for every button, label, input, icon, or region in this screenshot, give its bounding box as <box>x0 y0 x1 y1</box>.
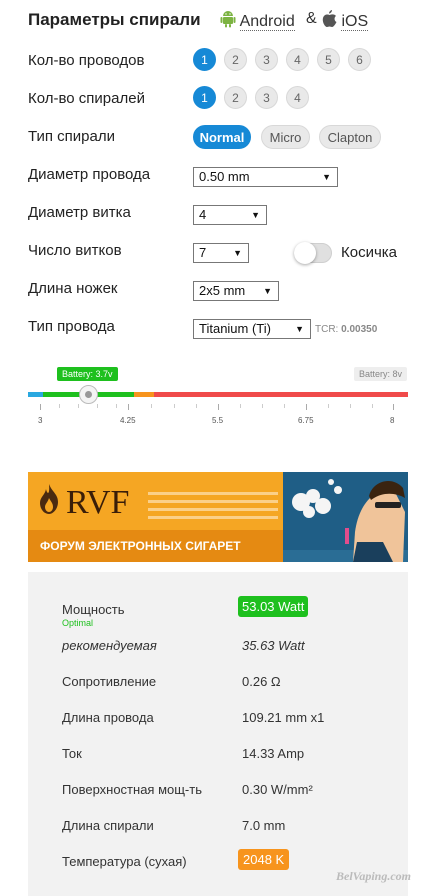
wires-option-1[interactable]: 1 <box>193 48 216 71</box>
coil-type-micro[interactable]: Micro <box>261 125 310 149</box>
recommended-value: 35.63 Watt <box>242 638 305 653</box>
surface-power-value: 0.30 W/mm² <box>242 782 313 797</box>
tick-label: 4.25 <box>120 416 136 425</box>
banner-illustration <box>283 472 408 562</box>
wire-length-label: Длина провода <box>62 710 154 725</box>
dropdown-arrow-icon: ▼ <box>322 172 331 182</box>
tick-label: 6.75 <box>298 416 314 425</box>
dropdown-arrow-icon: ▼ <box>295 324 304 334</box>
coil-length-label: Длина спирали <box>62 818 154 833</box>
android-icon <box>220 10 236 33</box>
coil-type-label: Тип спирали <box>28 128 115 145</box>
wire-diameter-value: 0.50 mm <box>199 169 250 184</box>
surface-power-label: Поверхностная мощ-ть <box>62 782 202 797</box>
braid-label: Косичка <box>341 244 398 261</box>
recommended-label: рекомендуемая <box>62 638 157 653</box>
battery-current-badge: Battery: 3.7v <box>57 367 118 381</box>
coil-length-value: 7.0 mm <box>242 818 286 833</box>
tcr-label: TCR: <box>315 324 339 335</box>
banner-caption: ФОРУМ ЭЛЕКТРОННЫХ СИГАРЕТ <box>40 539 241 553</box>
amp-text: & <box>306 10 317 27</box>
wire-length-value: 109.21 mm x1 <box>242 710 325 725</box>
resistance-value: 0.26 Ω <box>242 674 281 689</box>
temperature-label: Температура (сухая) <box>62 854 187 869</box>
coil-type-normal[interactable]: Normal <box>193 125 251 149</box>
resistance-label: Сопротивление <box>62 674 157 689</box>
temperature-value-badge: 2048 K <box>238 849 290 870</box>
coil-type-clapton[interactable]: Clapton <box>319 125 381 149</box>
power-label: Мощность <box>62 602 125 617</box>
legs-select[interactable]: 2x5 mm ▼ <box>193 281 279 301</box>
wires-option-2[interactable]: 2 <box>224 48 247 71</box>
wires-option-4[interactable]: 4 <box>286 48 309 71</box>
coils-option-2[interactable]: 2 <box>224 86 247 109</box>
temperature-value: 2048 K <box>238 849 290 870</box>
braid-toggle[interactable] <box>294 242 332 264</box>
current-value: 14.33 Amp <box>242 746 305 761</box>
turns-select[interactable]: 7 ▼ <box>193 243 249 263</box>
tick-label: 3 <box>38 416 43 425</box>
wire-type-select[interactable]: Titanium (Ti) ▼ <box>193 319 311 339</box>
current-label: Ток <box>62 746 82 761</box>
dropdown-arrow-icon: ▼ <box>251 210 260 220</box>
page-title: Параметры спирали <box>28 10 201 29</box>
power-status: Optimal <box>62 618 94 628</box>
track-segment-orange <box>134 392 154 397</box>
wire-type-value: Titanium (Ti) <box>199 321 271 336</box>
tick-label: 8 <box>390 416 395 425</box>
coils-option-4[interactable]: 4 <box>286 86 309 109</box>
wire-diameter-select[interactable]: 0.50 mm ▼ <box>193 167 338 187</box>
coil-diameter-select[interactable]: 4 ▼ <box>193 205 267 225</box>
wires-option-5[interactable]: 5 <box>317 48 340 71</box>
track-segment-blue <box>28 392 43 397</box>
wires-option-6[interactable]: 6 <box>348 48 371 71</box>
android-label[interactable]: Android <box>239 13 295 31</box>
flame-logo-icon <box>38 484 60 519</box>
rvf-logo-text: RVF <box>66 484 130 521</box>
dropdown-arrow-icon: ▼ <box>263 286 272 296</box>
coils-label: Кол-во спиралей <box>28 90 145 107</box>
battery-max-badge: Battery: 8v <box>354 367 408 381</box>
power-value: 53.03 Watt <box>238 596 309 617</box>
ios-label[interactable]: iOS <box>341 13 369 31</box>
wire-diameter-label: Диаметр провода <box>28 166 151 183</box>
android-link[interactable]: Android <box>220 10 295 33</box>
tick-label: 5.5 <box>212 416 224 425</box>
turns-label: Число витков <box>28 242 122 259</box>
turns-value: 7 <box>199 245 207 260</box>
wires-label: Кол-во проводов <box>28 52 145 69</box>
banner-stripe <box>148 516 278 519</box>
handle-dot <box>85 391 92 398</box>
toggle-knob <box>294 242 316 264</box>
track-segment-red <box>154 392 408 397</box>
apple-icon <box>322 10 337 33</box>
ios-link[interactable]: iOS <box>322 10 369 33</box>
tcr-value: 0.00350 <box>341 324 378 335</box>
wire-type-label: Тип провода <box>28 318 115 335</box>
watermark: BelVaping.com <box>336 869 412 883</box>
coils-option-3[interactable]: 3 <box>255 86 278 109</box>
rvf-banner[interactable]: RVF ФОРУМ ЭЛЕКТРОННЫХ СИГАРЕТ <box>28 472 408 562</box>
coils-option-1[interactable]: 1 <box>193 86 216 109</box>
wires-option-3[interactable]: 3 <box>255 48 278 71</box>
coil-diameter-value: 4 <box>199 207 207 222</box>
coil-diameter-label: Диаметр витка <box>28 204 131 221</box>
legs-value: 2x5 mm <box>199 283 246 298</box>
dropdown-arrow-icon: ▼ <box>233 248 242 258</box>
battery-slider-handle[interactable] <box>79 385 98 404</box>
banner-stripe <box>148 492 278 495</box>
banner-stripe <box>148 508 278 511</box>
power-value-badge: 53.03 Watt <box>238 596 309 617</box>
legs-label: Длина ножек <box>28 280 118 297</box>
tcr-info: TCR: 0.00350 <box>315 324 377 335</box>
slider-ticks <box>28 404 408 414</box>
banner-stripe <box>148 500 278 503</box>
